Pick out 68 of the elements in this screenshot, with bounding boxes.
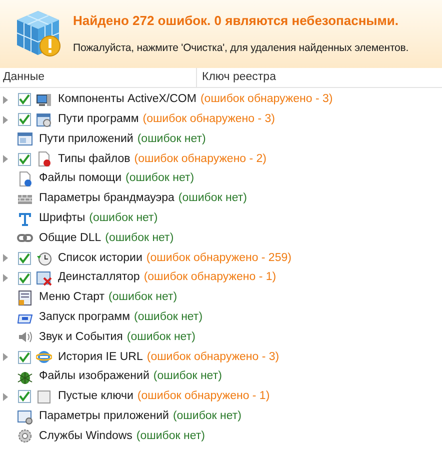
row-label: Меню Старт <box>39 290 105 306</box>
row-label: Пути программ <box>58 112 139 128</box>
row-label: Пути приложений <box>39 132 134 147</box>
banner-title: Найдено 272 ошибок. 0 являются небезопасными. <box>73 12 400 30</box>
row-label: Типы файлов <box>58 152 130 167</box>
row-label: Шрифты <box>39 211 86 226</box>
row-icon <box>17 171 33 188</box>
row-label: Параметры приложений <box>39 409 169 424</box>
row-icon <box>36 151 52 168</box>
checkbox[interactable] <box>18 252 31 265</box>
row-status: (ошибок обнаружено - 3) <box>146 350 280 365</box>
row-icon <box>17 290 33 306</box>
checkbox[interactable] <box>18 272 31 285</box>
row-status: (ошибок нет) <box>178 191 247 206</box>
row-label: Службы Windows <box>39 428 132 444</box>
row-status: (ошибок обнаружено - 3) <box>200 92 333 108</box>
column-header[interactable]: Данные <box>0 68 197 87</box>
checkbox[interactable] <box>18 93 31 106</box>
row-status: (ошибок обнаружено - 3) <box>142 112 275 128</box>
row-label: Файлы изображений <box>39 369 150 384</box>
row-label: Деинсталлятор <box>58 270 140 286</box>
checkbox[interactable] <box>18 350 31 364</box>
row-icon <box>36 388 52 405</box>
row-label: Файлы помощи <box>39 171 122 186</box>
row-label: Запуск программ <box>39 310 130 326</box>
row-label: Компоненты ActiveX/COM <box>58 92 196 108</box>
row-status: (ошибок нет) <box>105 230 174 246</box>
row-status: (ошибок нет) <box>126 330 196 345</box>
row-label: Список истории <box>58 250 142 266</box>
row-icon <box>17 408 33 425</box>
row-status: (ошибок нет) <box>136 428 205 444</box>
expand-arrow-icon[interactable] <box>3 116 8 124</box>
row-icon <box>36 112 52 128</box>
row-icon <box>17 369 33 386</box>
row-icon <box>36 92 52 108</box>
row-icon <box>36 250 52 266</box>
row-icon <box>17 131 33 148</box>
row-icon <box>17 210 33 227</box>
checkbox[interactable] <box>18 113 31 126</box>
expand-arrow-icon[interactable] <box>3 96 8 104</box>
column-header[interactable]: Ключ реестра <box>197 68 442 87</box>
row-status: (ошибок нет) <box>108 290 178 306</box>
checkbox[interactable] <box>18 390 31 404</box>
row-status: (ошибок обнаружено - 259) <box>146 250 292 266</box>
row-label: Звук и События <box>39 330 123 345</box>
row-status: (ошибок обнаружено - 1) <box>144 270 276 286</box>
expand-arrow-icon[interactable] <box>3 392 8 401</box>
row-label: Параметры брандмауэра <box>39 191 174 206</box>
row-icon <box>36 270 52 286</box>
checkbox[interactable] <box>18 152 31 166</box>
expand-arrow-icon[interactable] <box>3 274 8 282</box>
row-status: (ошибок нет) <box>126 171 194 186</box>
row-label: Общие DLL <box>39 230 102 246</box>
row-status: (ошибок обнаружено - 1) <box>137 389 270 404</box>
row-icon <box>17 428 33 444</box>
expand-arrow-icon[interactable] <box>3 155 8 164</box>
expand-arrow-icon[interactable] <box>3 254 8 262</box>
row-status: (ошибок нет) <box>153 369 222 384</box>
row-label: История IE URL <box>58 350 143 365</box>
row-status: (ошибок обнаружено - 2) <box>134 152 267 167</box>
banner-message: Пожалуйста, нажмите 'Очистка', для удаления найденных элементов. <box>73 40 409 56</box>
row-label: Пустые ключи <box>58 389 134 404</box>
expand-arrow-icon[interactable] <box>3 353 8 362</box>
row-status: (ошибок нет) <box>89 211 158 226</box>
row-status: (ошибок нет) <box>134 310 203 326</box>
row-icon <box>36 349 52 366</box>
row-status: (ошибок нет) <box>137 132 206 147</box>
row-status: (ошибок нет) <box>172 409 242 424</box>
